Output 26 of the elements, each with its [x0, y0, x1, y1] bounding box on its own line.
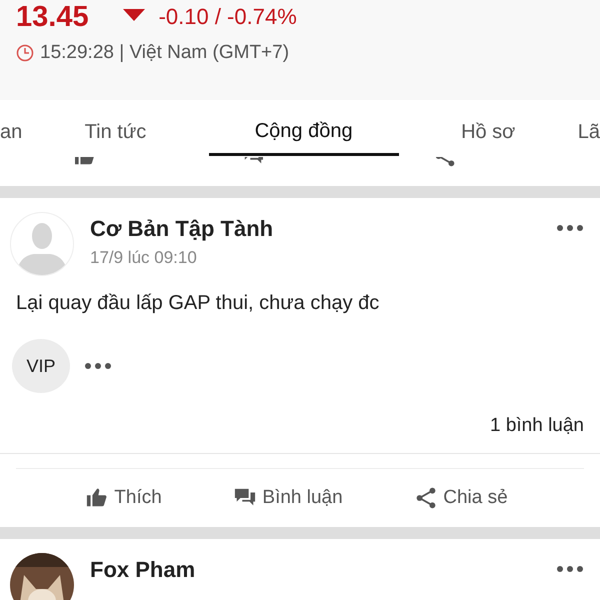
triangle-icon	[122, 9, 145, 21]
vip-badge: VIP	[12, 339, 70, 393]
more-icon	[556, 224, 584, 232]
tab[interactable]: Tin tức	[84, 100, 146, 156]
more-icon	[556, 565, 584, 573]
comment-count[interactable]: 1 bình luận	[490, 415, 584, 437]
tab[interactable]: Hồ sơ	[461, 100, 516, 156]
timestamp: 15:29:28 | Việt Nam (GMT+7)	[40, 42, 290, 64]
thumbs-up-icon	[86, 487, 108, 509]
author-name[interactable]: Cơ Bản Tập Tành	[90, 216, 540, 242]
tab[interactable]: an	[0, 100, 22, 156]
author-name[interactable]: Fox Pham	[90, 557, 540, 583]
action-button[interactable]: Chia sẻ	[415, 487, 508, 509]
clock-icon	[16, 44, 34, 62]
price-change: -0.10 / -0.74%	[158, 4, 297, 30]
avatar-icon	[10, 212, 74, 276]
post-text: Lại quay đầu lấp GAP thui, chưa chạy đc	[16, 292, 380, 315]
action-button[interactable]: Bình luận	[234, 487, 343, 509]
tab[interactable]: Lã	[578, 100, 600, 156]
share-icon	[415, 487, 438, 509]
action-button[interactable]: Thích	[86, 487, 162, 509]
post-time: 17/9 lúc 09:10	[90, 248, 198, 268]
tab[interactable]: Cộng đồng	[208, 100, 399, 156]
more-icon	[84, 362, 112, 370]
thumbs-up-icon	[74, 157, 96, 167]
stock-price: 13.45	[16, 1, 89, 33]
